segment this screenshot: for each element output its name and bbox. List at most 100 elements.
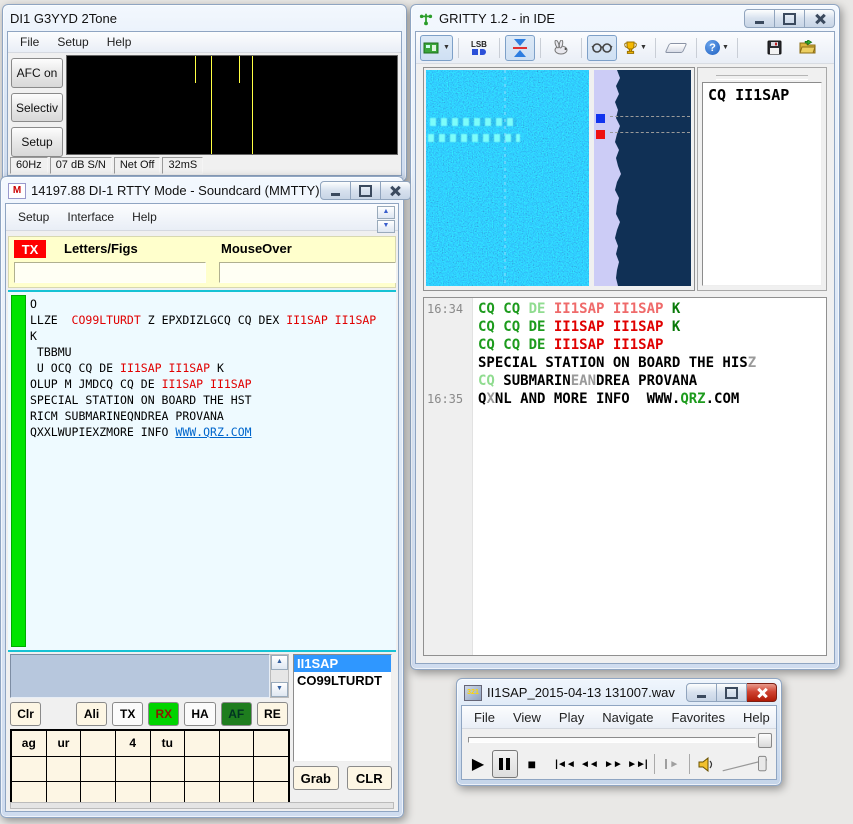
list-item[interactable]: CO99LTURDT [294, 672, 391, 689]
2tone-titlebar[interactable]: DI1 G3YYD 2Tone [3, 5, 406, 30]
scroll-down-button[interactable]: ▼ [271, 682, 288, 697]
mmtty-titlebar[interactable]: M 14197.88 DI-1 RTTY Mode - Soundcard (M… [1, 177, 403, 202]
macro-cell[interactable]: tu [151, 731, 185, 756]
seek-slider-thumb[interactable] [758, 733, 772, 748]
close-button[interactable] [747, 683, 777, 702]
menu-item-view[interactable]: View [505, 707, 549, 728]
grab-clr-button[interactable]: CLR [347, 766, 393, 790]
mute-speaker-icon[interactable] [697, 752, 717, 776]
callsign-grab-list[interactable]: II1SAPCO99LTURDT [293, 654, 392, 762]
play-button[interactable]: ▶ [468, 752, 488, 776]
2tone-side-buttons: AFC on Selectiv Setup [8, 54, 66, 157]
splitter-grip[interactable] [716, 75, 808, 80]
minimize-button[interactable] [320, 181, 351, 200]
rx-text-area[interactable]: OLLZE CO99LTURDT Z EPXDIZLGCQ CQ DEX II1… [30, 294, 394, 648]
tx-indicator[interactable]: TX [14, 240, 46, 258]
lsb-mode-icon[interactable]: LSB [464, 35, 494, 61]
tx-button[interactable]: TX [112, 702, 143, 726]
macro-cell[interactable]: ag [12, 731, 46, 756]
spin-up-button[interactable]: ▲ [377, 206, 395, 219]
af-button[interactable]: AF [221, 702, 252, 726]
tuning-strip[interactable] [594, 70, 607, 286]
menu-item-play[interactable]: Play [551, 707, 592, 728]
text-run: RICM SUBMARINEQNDREA PROVANA [30, 409, 224, 423]
mouseover-field[interactable] [219, 262, 396, 283]
2tone-spectrum-display[interactable] [66, 55, 398, 155]
macro-cell[interactable]: 4 [116, 731, 150, 756]
clr-button[interactable]: Clr [10, 702, 41, 726]
minimize-button[interactable] [686, 683, 717, 702]
rx-button[interactable]: RX [148, 702, 179, 726]
toolbar-separator [540, 38, 541, 58]
scroll-up-button[interactable]: ▲ [271, 655, 288, 670]
tuning-indicator-icon[interactable] [505, 35, 535, 61]
contest-trophy-icon[interactable]: ▼ [620, 35, 650, 61]
list-item[interactable]: II1SAP [294, 655, 391, 672]
letters-figs-field[interactable] [14, 262, 206, 283]
menu-item-help[interactable]: Help [99, 32, 140, 52]
macro-cell[interactable] [254, 757, 288, 782]
save-icon[interactable] [760, 35, 790, 61]
menu-item-help[interactable]: Help [735, 707, 777, 728]
volume-slider[interactable] [721, 752, 770, 776]
macro-cell[interactable] [81, 757, 115, 782]
macro-cell[interactable]: ur [47, 731, 81, 756]
ali-button[interactable]: Ali [76, 702, 107, 726]
minimize-button[interactable] [744, 9, 775, 28]
menu-item-navigate[interactable]: Navigate [594, 707, 661, 728]
maximize-button[interactable] [351, 181, 381, 200]
ha-button[interactable]: HA [184, 702, 215, 726]
macro-cell[interactable] [254, 731, 288, 756]
close-button[interactable] [805, 9, 835, 28]
menu-item-favorites[interactable]: Favorites [664, 707, 733, 728]
macro-cell[interactable] [151, 757, 185, 782]
selectivity-button[interactable]: Selectiv [11, 93, 63, 123]
eraser-icon[interactable] [661, 35, 691, 61]
stop-button[interactable]: ■ [522, 752, 542, 776]
grab-button[interactable]: Grab [293, 766, 339, 790]
step-button: ► [662, 752, 682, 776]
turbo-rabbit-icon[interactable] [546, 35, 576, 61]
tx-text-area[interactable]: CQ II1SAP [702, 82, 822, 286]
macro-cell[interactable] [220, 757, 254, 782]
text-run[interactable]: WWW.QRZ.COM [175, 425, 251, 439]
skip-end-button[interactable]: ►►| [627, 752, 647, 776]
menu-item-setup[interactable]: Setup [49, 32, 96, 52]
re-button[interactable]: RE [257, 702, 288, 726]
open-folder-icon[interactable] [793, 35, 823, 61]
menu-item-setup[interactable]: Setup [10, 207, 57, 227]
skip-start-button[interactable]: |◄◄ [555, 752, 575, 776]
menu-item-file[interactable]: File [12, 32, 47, 52]
soundcard-icon[interactable]: ▼ [420, 35, 453, 61]
waterfall-display[interactable] [426, 70, 589, 286]
gritty-titlebar[interactable]: GRITTY 1.2 - in IDE [411, 5, 839, 30]
spectrum-panel[interactable] [607, 70, 691, 286]
maximize-button[interactable] [717, 683, 747, 702]
gritty-client: ▼ LSB [415, 31, 835, 664]
pause-button[interactable] [492, 750, 518, 778]
help-icon[interactable]: ? ▼ [702, 35, 732, 61]
rx-glasses-icon[interactable] [587, 35, 617, 61]
wav-titlebar[interactable]: 321 II1SAP_2015-04-13 131007.wav [457, 679, 781, 704]
menu-item-interface[interactable]: Interface [59, 207, 122, 227]
macro-cell[interactable] [81, 731, 115, 756]
tx-input-area[interactable] [10, 654, 270, 698]
macro-cell[interactable] [185, 757, 219, 782]
macro-cell[interactable] [185, 731, 219, 756]
macro-cell[interactable] [220, 731, 254, 756]
rtty-signal-trace [428, 134, 520, 142]
afc-on-button[interactable]: AFC on [11, 58, 63, 88]
gritty-rx-log[interactable]: 16:34CQ CQ DE II1SAP II1SAP KCQ CQ DE II… [423, 297, 827, 656]
macro-cell[interactable] [116, 757, 150, 782]
setup-button[interactable]: Setup [11, 127, 63, 157]
rewind-button[interactable]: ◄◄ [579, 752, 599, 776]
maximize-button[interactable] [775, 9, 805, 28]
macro-cell[interactable] [12, 757, 46, 782]
menu-item-help[interactable]: Help [124, 207, 165, 227]
fast-forward-button[interactable]: ►► [603, 752, 623, 776]
close-button[interactable] [381, 181, 411, 200]
menu-item-file[interactable]: File [466, 707, 503, 728]
spin-down-button[interactable]: ▼ [377, 220, 395, 233]
macro-cell[interactable] [47, 757, 81, 782]
seek-slider[interactable] [468, 737, 756, 743]
